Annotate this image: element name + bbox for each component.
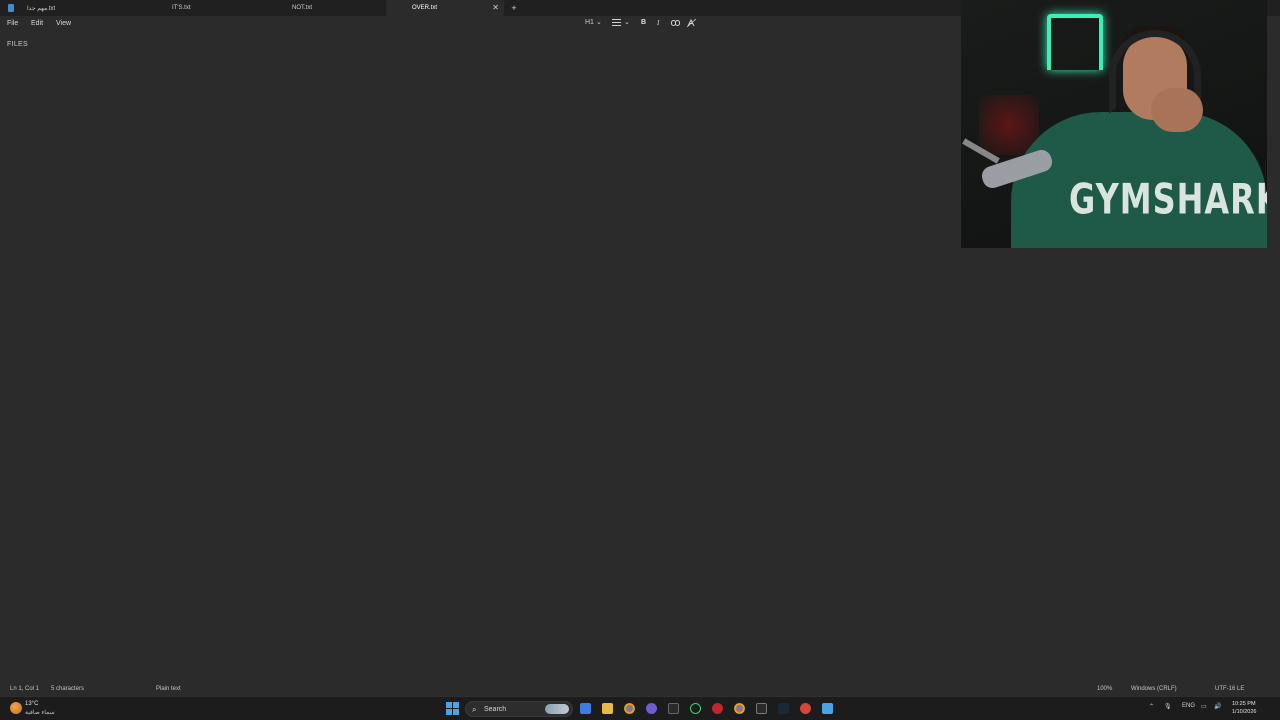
link-button[interactable]	[671, 20, 680, 28]
search-label: Search	[484, 706, 507, 713]
copilot-icon[interactable]	[580, 703, 591, 714]
close-icon[interactable]: ✕	[492, 3, 499, 12]
windows-logo-icon	[446, 709, 452, 715]
files-label: FILES	[7, 41, 28, 48]
language-indicator[interactable]: ENG	[1182, 703, 1195, 709]
menu-view[interactable]: View	[56, 20, 71, 27]
windows-logo-icon	[446, 702, 452, 708]
tab-label: OVER.txt	[412, 5, 438, 11]
clear-formatting-button[interactable]	[686, 18, 697, 29]
status-bar: Ln 1, Col 1 5 characters Plain text 100%…	[0, 684, 1280, 696]
cursor-position: Ln 1, Col 1	[10, 686, 40, 692]
volume-icon[interactable]: 🔊	[1214, 703, 1221, 710]
tab-over[interactable]: OVER.txt ✕	[386, 0, 504, 16]
chevron-down-icon: ⌄	[624, 19, 630, 26]
tab-muhim-jidan[interactable]: مهم جدا.txt	[0, 0, 146, 16]
app-icon[interactable]	[668, 703, 679, 714]
weather-temperature[interactable]: 13°C	[25, 701, 38, 707]
start-button[interactable]	[446, 702, 459, 715]
chrome-icon[interactable]	[624, 703, 635, 714]
tab-label: مهم جدا.txt	[27, 5, 56, 12]
menu-edit[interactable]: Edit	[31, 20, 43, 27]
weather-description[interactable]: سماء صافية	[25, 709, 55, 716]
obs-icon[interactable]	[712, 703, 723, 714]
zoom-level[interactable]: 100%	[1097, 686, 1112, 692]
notepad-icon	[8, 4, 14, 12]
heading-button[interactable]: H1	[585, 19, 594, 26]
chrome-icon[interactable]	[734, 703, 745, 714]
new-tab-button[interactable]: +	[506, 0, 522, 16]
microphone-icon[interactable]: 🎙	[1164, 703, 1172, 710]
list-button[interactable]	[612, 18, 621, 28]
terminal-icon[interactable]	[756, 703, 767, 714]
app-icon[interactable]	[690, 703, 701, 714]
clock-date[interactable]: 1/10/2026	[1232, 709, 1256, 715]
tab-not[interactable]: NOT.txt	[266, 0, 386, 16]
tab-label: NOT.txt	[292, 5, 313, 11]
line-ending[interactable]: Windows (CRLF)	[1131, 686, 1177, 692]
person-hand	[1151, 88, 1203, 132]
shirt-logo-text: GYMSHARK	[1069, 174, 1267, 224]
windows-logo-icon	[453, 709, 459, 715]
app-icon[interactable]	[800, 703, 811, 714]
webcam-overlay: GYMSHARK	[961, 0, 1267, 248]
notepad-icon[interactable]	[822, 703, 833, 714]
italic-button[interactable]: I	[657, 19, 659, 27]
file-explorer-icon[interactable]	[602, 703, 613, 714]
search-highlight-icon	[545, 704, 569, 714]
windows-logo-icon	[453, 702, 459, 708]
weather-icon[interactable]	[10, 702, 22, 714]
neon-light	[1047, 14, 1103, 70]
bold-button[interactable]: B	[641, 19, 646, 26]
clock-time[interactable]: 10:25 PM	[1232, 701, 1256, 707]
steam-icon[interactable]	[778, 703, 789, 714]
search-icon: ⌕	[472, 705, 477, 714]
tab-its[interactable]: IT'S.txt	[146, 0, 266, 16]
list-icon	[612, 19, 621, 26]
network-icon[interactable]: ▭	[1201, 703, 1207, 710]
taskbar-search[interactable]: ⌕ Search	[465, 701, 573, 717]
text-format[interactable]: Plain text	[156, 686, 181, 692]
taskbar: 13°C سماء صافية ⌕ Search ⌃ 🎙 ENG ▭ 🔊 10:…	[0, 696, 1280, 720]
menu-file[interactable]: File	[7, 20, 18, 27]
encoding[interactable]: UTF-16 LE	[1215, 686, 1244, 692]
chevron-up-icon[interactable]: ⌃	[1149, 703, 1154, 710]
menu-bar: File Edit View H1 ⌄ ⌄ B I	[0, 16, 960, 32]
tab-label: IT'S.txt	[172, 5, 191, 11]
discord-icon[interactable]	[646, 703, 657, 714]
chevron-down-icon: ⌄	[596, 19, 602, 26]
link-icon	[671, 20, 680, 26]
character-count: 5 characters	[51, 686, 85, 692]
clear-formatting-icon	[686, 18, 697, 28]
